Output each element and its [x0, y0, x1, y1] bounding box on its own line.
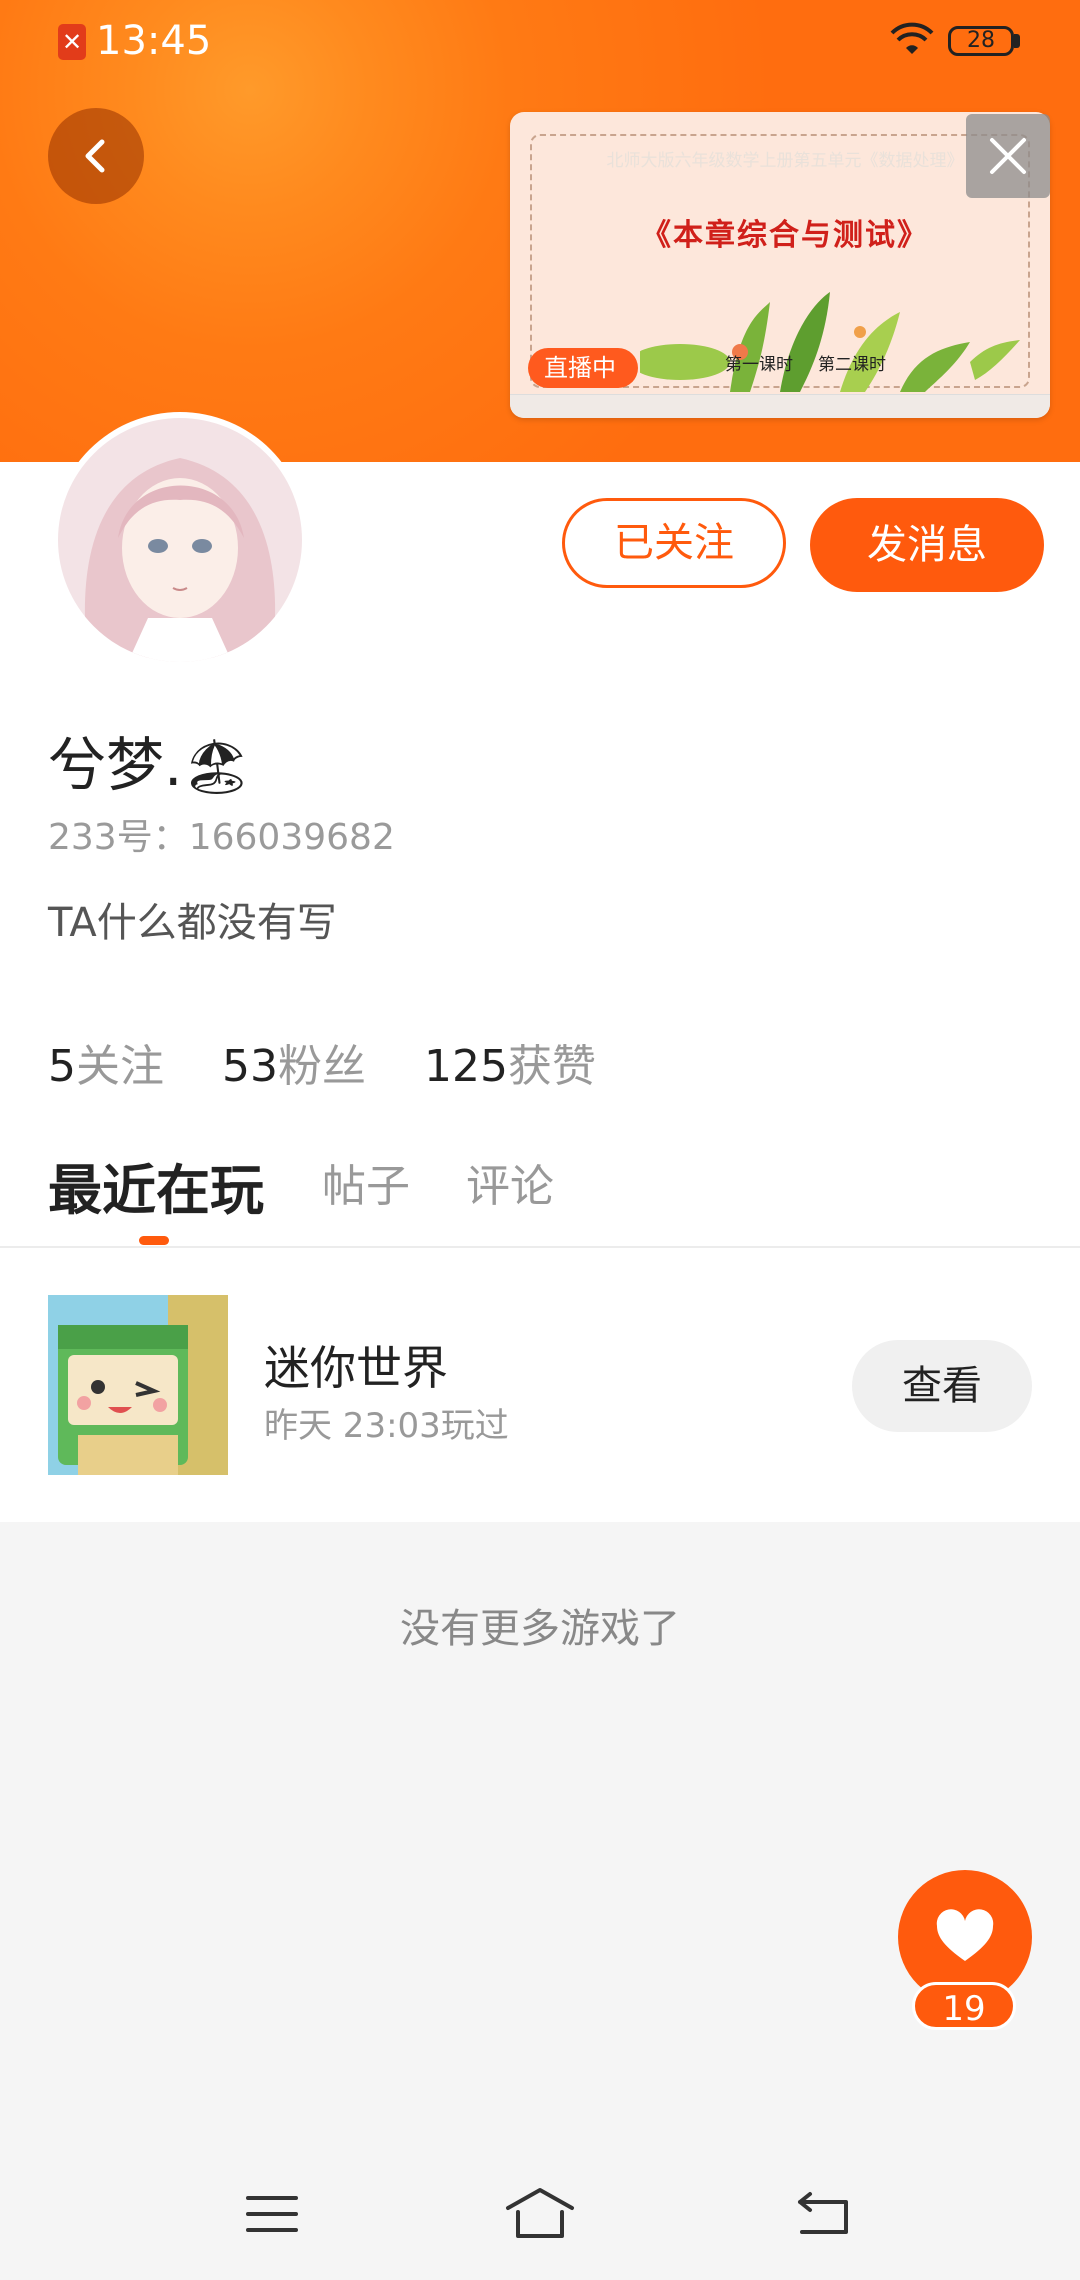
tab-indicator	[139, 1236, 169, 1245]
battery-tip	[1014, 34, 1020, 48]
slide-course-title: 北师大版六年级数学上册第五单元《数据处理》	[606, 151, 964, 171]
slide-title: 《本章综合与测试》	[641, 218, 929, 253]
stat-label: 获赞	[507, 1041, 596, 1092]
close-preview-button[interactable]	[966, 114, 1050, 198]
lesson-label: 第二课时	[818, 355, 886, 375]
home-icon[interactable]	[504, 2186, 576, 2240]
live-badge: 直播中	[528, 348, 638, 388]
followed-button[interactable]: 已关注	[562, 498, 786, 588]
stat-value: 53	[222, 1041, 278, 1092]
stat-likes[interactable]: 125获赞	[424, 1041, 596, 1092]
stat-following[interactable]: 5关注	[48, 1041, 164, 1092]
user-bio: TA什么都没有写	[48, 900, 337, 946]
stat-fans[interactable]: 53粉丝	[222, 1041, 366, 1092]
stat-value: 125	[424, 1041, 508, 1092]
lesson-label: 第一课时	[725, 355, 793, 375]
slide-toolbar	[510, 394, 1050, 418]
tab-comments[interactable]: 评论	[466, 1150, 554, 1214]
view-game-button[interactable]: 查看	[852, 1340, 1032, 1432]
notification-icon: ✕	[58, 24, 86, 60]
like-count: 19	[912, 1982, 1016, 2030]
status-time: 13:45	[96, 18, 212, 64]
stat-label: 粉丝	[278, 1041, 366, 1092]
avatar-image	[58, 418, 302, 662]
stat-value: 5	[48, 1041, 76, 1092]
user-stats: 5关注 53粉丝 125获赞	[48, 1030, 654, 1094]
game-name: 迷你世界	[264, 1341, 448, 1395]
wifi-icon	[890, 22, 934, 54]
beach-emoji-icon: 🏖	[182, 735, 251, 798]
close-icon	[990, 138, 1026, 174]
user-id: 233号：166039682	[48, 817, 395, 858]
back-button[interactable]	[48, 108, 144, 204]
chevron-left-icon	[85, 139, 105, 173]
avatar[interactable]	[52, 412, 308, 668]
status-bar: ✕ 13:45 28	[0, 0, 1080, 90]
tab-recently-played[interactable]: 最近在玩	[48, 1146, 264, 1225]
menu-icon[interactable]	[244, 2192, 300, 2236]
back-nav-icon[interactable]	[796, 2188, 852, 2238]
battery-icon: 28	[948, 26, 1014, 56]
game-last-played: 昨天 23:03玩过	[264, 1406, 509, 1446]
send-message-button[interactable]: 发消息	[810, 498, 1044, 592]
stat-label: 关注	[76, 1041, 164, 1092]
user-name: 兮梦.🏖	[48, 718, 251, 802]
heart-icon	[936, 1909, 994, 1961]
user-name-text: 兮梦.	[48, 731, 183, 799]
game-icon	[48, 1295, 228, 1475]
system-nav-bar	[0, 2140, 1080, 2280]
tab-posts[interactable]: 帖子	[322, 1150, 410, 1214]
no-more-games-text: 没有更多游戏了	[400, 1606, 680, 1652]
